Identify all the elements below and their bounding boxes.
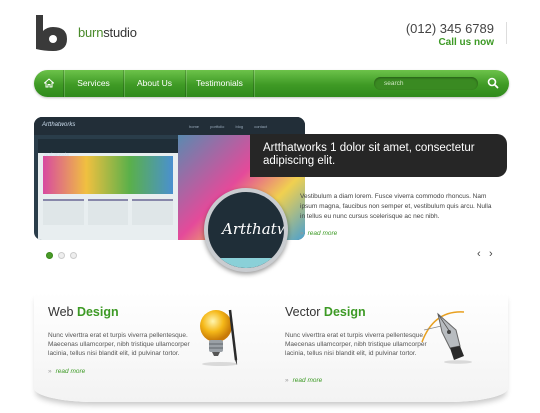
header-divider <box>506 22 507 44</box>
web-design-text: Nunc viverttra erat et turpis viverra pe… <box>48 332 190 357</box>
nav-item-testimonials[interactable]: Testimonials <box>186 70 254 97</box>
slider-dot-1[interactable] <box>46 252 53 259</box>
call-us-label: Call us now <box>438 37 494 48</box>
search-input[interactable] <box>374 77 478 90</box>
slide-logo: Artthatworks <box>42 122 76 128</box>
vector-design-title-plain: Vector <box>285 305 324 319</box>
preview-columns <box>43 199 174 225</box>
preview-column <box>43 199 84 225</box>
slider-pager <box>46 252 77 259</box>
preview-column <box>132 199 174 225</box>
magnifier-text: Artthatw <box>222 220 288 238</box>
slide-nav-item: blog <box>235 124 244 129</box>
read-more-arrow-icon: » <box>285 377 289 384</box>
vector-design-title-accent: Design <box>323 305 366 319</box>
vector-design-title: Vector Design <box>285 305 366 319</box>
brand-name[interactable]: burnstudio <box>78 25 137 40</box>
home-icon <box>42 78 55 88</box>
phone-number: (012) 345 6789 <box>405 21 494 36</box>
brand-name-part1: burn <box>78 25 104 40</box>
read-more-label: read more <box>292 377 323 384</box>
web-design-read-more-link[interactable]: » read more <box>48 368 85 375</box>
slider-prev-button[interactable]: ‹ <box>477 248 481 260</box>
slide-nav: home portfolio blog contact <box>189 124 277 129</box>
preview-column <box>87 199 129 225</box>
slide-description: Vestibulum a diam lorem. Fusce viverra c… <box>300 193 492 220</box>
vector-design-text: Nunc viverttra erat et turpis viverra pe… <box>285 332 427 357</box>
preview-header: Artthatworks <box>38 139 178 157</box>
lightbulb-icon <box>200 309 238 366</box>
contact-block: (012) 345 6789 Call us now <box>406 21 494 48</box>
brand-logo-icon[interactable] <box>33 13 71 51</box>
preview-hero <box>43 156 173 194</box>
web-design-title: Web Design <box>48 305 119 319</box>
vector-design-read-more-link[interactable]: » read more <box>285 377 322 384</box>
slide-website-preview: Artthatworks <box>38 139 178 240</box>
brand-name-part2: studio <box>103 25 137 40</box>
nav-item-services[interactable]: Services <box>64 70 124 97</box>
slide-topbar: Artthatworks home portfolio blog contact <box>34 117 305 135</box>
nav-item-about-us[interactable]: About Us <box>124 70 186 97</box>
search-icon[interactable] <box>486 76 500 90</box>
slider-dot-3[interactable] <box>70 252 77 259</box>
main-navigation: Services About Us Testimonials <box>34 70 509 97</box>
slide-nav-item: contact <box>254 124 268 129</box>
nav-home-button[interactable] <box>34 70 64 97</box>
slide-caption: Artthatworks 1 dolor sit amet, consectet… <box>263 142 475 167</box>
web-design-title-accent: Design <box>76 305 119 319</box>
read-more-label: read more <box>55 368 86 375</box>
read-more-arrow-icon: » <box>300 230 304 237</box>
web-design-title-plain: Web <box>48 305 77 319</box>
magnifier-lens: Artthatw <box>204 188 288 272</box>
read-more-label: read more <box>307 230 338 237</box>
read-more-arrow-icon: » <box>48 368 52 375</box>
pen-tool-icon <box>421 311 472 364</box>
slide-nav-item: home <box>189 124 200 129</box>
slider-dot-2[interactable] <box>58 252 65 259</box>
magnifier-bar <box>208 258 284 268</box>
slide-read-more-link[interactable]: » read more <box>300 230 337 237</box>
slide-nav-item: portfolio <box>210 124 225 129</box>
preview-logo: Artthatworks <box>44 152 70 157</box>
slider-next-button[interactable]: › <box>489 248 493 260</box>
